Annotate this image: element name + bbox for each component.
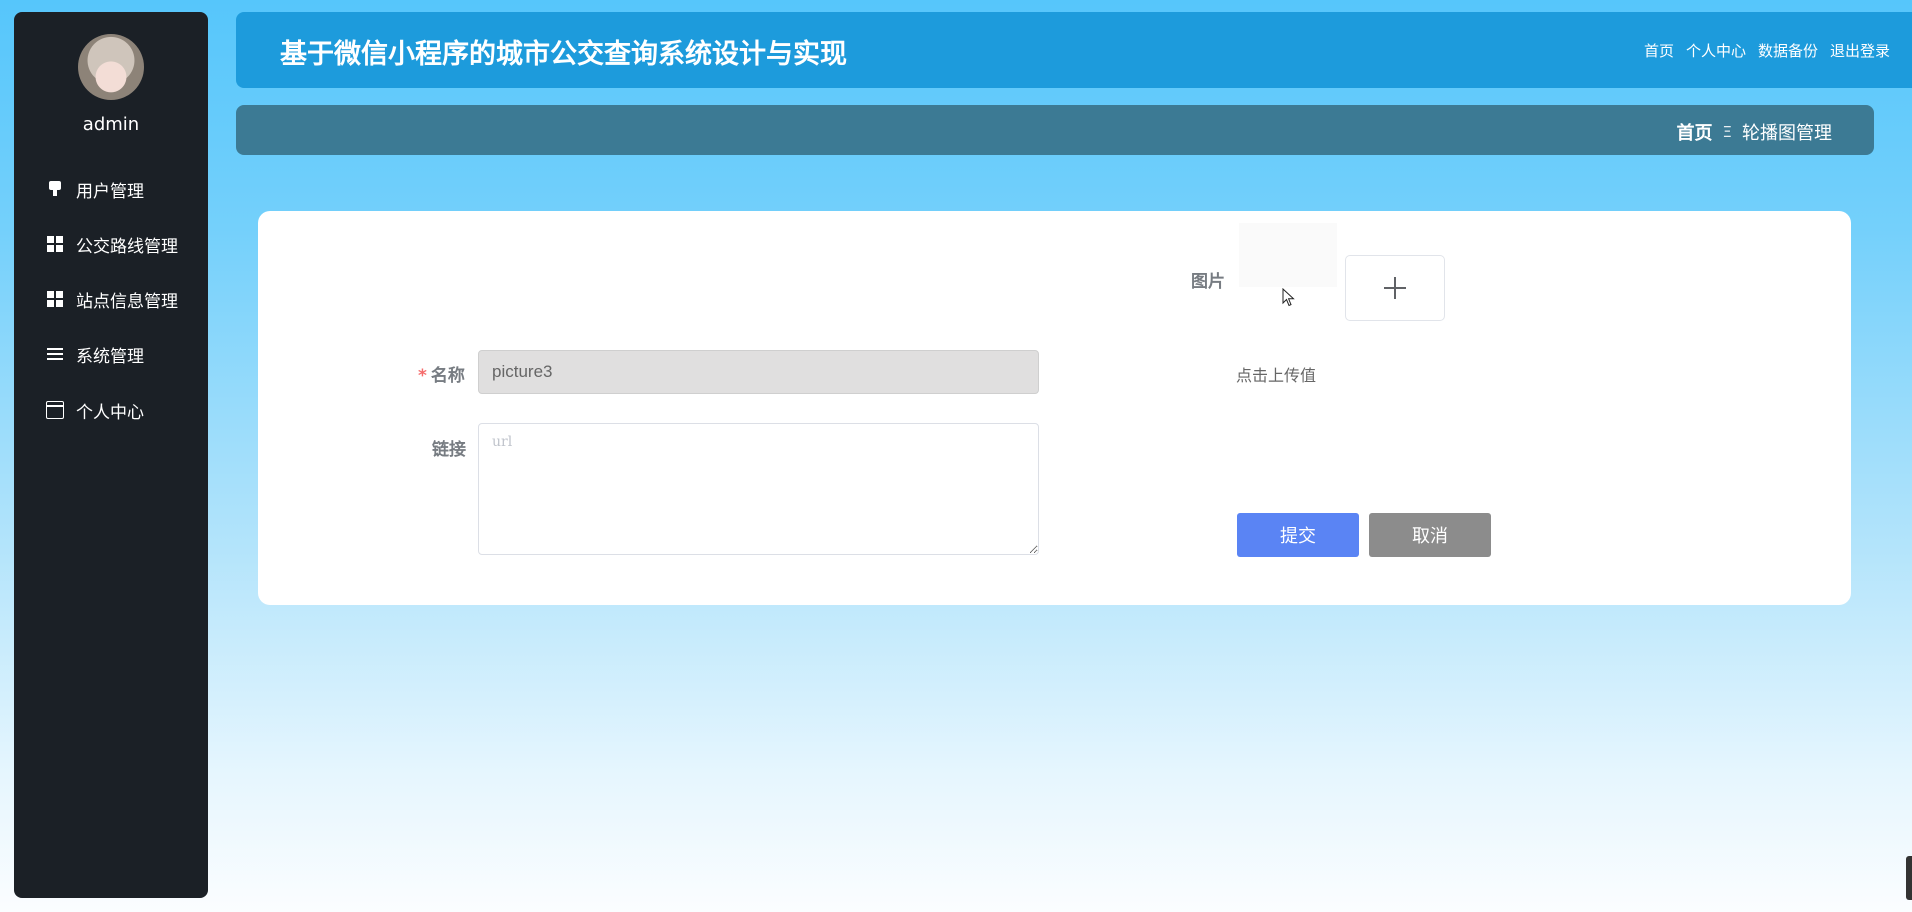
submit-button[interactable]: 提交 <box>1237 513 1359 557</box>
top-nav: 首页 个人中心 数据备份 退出登录 <box>1644 40 1890 61</box>
required-mark: * <box>418 366 427 386</box>
mouse-cursor-icon <box>1282 288 1295 307</box>
upload-hint: 点击上传值 <box>1236 366 1317 385</box>
sidebar-item-label: 个人中心 <box>76 402 144 423</box>
sidebar-item-user-management[interactable]: 用户管理 <box>14 169 208 209</box>
list-icon <box>46 345 64 363</box>
breadcrumb-bar: 首页 Ξ 轮播图管理 <box>236 105 1874 155</box>
top-link-personal-center[interactable]: 个人中心 <box>1686 40 1746 61</box>
sidebar-item-system-management[interactable]: 系统管理 <box>14 334 208 374</box>
top-link-data-backup[interactable]: 数据备份 <box>1758 40 1818 61</box>
image-preview <box>1239 223 1337 287</box>
top-link-logout[interactable]: 退出登录 <box>1830 40 1890 61</box>
sidebar-item-label: 系统管理 <box>76 346 144 367</box>
sidebar-item-bus-route-management[interactable]: 公交路线管理 <box>14 224 208 264</box>
name-label: * 名称 <box>418 361 465 386</box>
sidebar-item-station-management[interactable]: 站点信息管理 <box>14 279 208 319</box>
breadcrumb-home[interactable]: 首页 <box>1677 119 1713 145</box>
top-header: 基于微信小程序的城市公交查询系统设计与实现 首页 个人中心 数据备份 退出登录 <box>236 12 1912 88</box>
sidebar-item-label: 站点信息管理 <box>76 291 178 312</box>
link-textarea[interactable] <box>478 423 1039 555</box>
grid-icon <box>46 235 64 253</box>
cancel-button[interactable]: 取消 <box>1369 513 1491 557</box>
sidebar-item-label: 公交路线管理 <box>76 236 178 257</box>
card-icon <box>46 401 64 419</box>
username: admin <box>82 114 140 135</box>
breadcrumb-separator: Ξ <box>1722 123 1732 141</box>
grid-icon <box>46 290 64 308</box>
image-label: 图片 <box>1191 272 1225 292</box>
carousel-edit-form: *名称 链接 图片 点击上传值 提交 取消 <box>258 211 1851 605</box>
site-title: 基于微信小程序的城市公交查询系统设计与实现 <box>280 39 847 70</box>
scrollbar[interactable] <box>1906 856 1912 900</box>
breadcrumb: 首页 Ξ 轮播图管理 <box>1677 119 1832 145</box>
sidebar: admin 用户管理 公交路线管理 站点信息管理 系统管理 个人中心 <box>14 12 208 898</box>
avatar[interactable] <box>78 34 144 100</box>
name-input[interactable] <box>478 350 1039 394</box>
top-link-home[interactable]: 首页 <box>1644 40 1674 61</box>
name-label-text: 名称 <box>430 366 465 386</box>
image-upload-button[interactable] <box>1345 255 1445 321</box>
sidebar-item-label: 用户管理 <box>76 181 144 202</box>
sidebar-item-personal-center[interactable]: 个人中心 <box>14 390 208 430</box>
link-label: 链接 <box>432 440 466 460</box>
breadcrumb-current: 轮播图管理 <box>1742 123 1832 144</box>
user-icon <box>46 180 64 198</box>
